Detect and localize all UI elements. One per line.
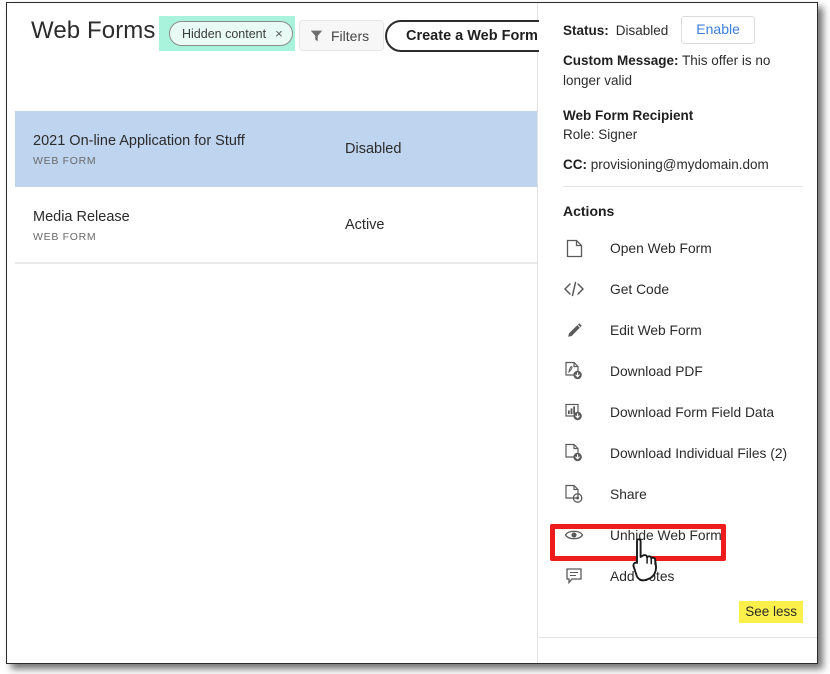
action-label: Get Code xyxy=(610,281,670,297)
row-title: 2021 On-line Application for Stuff xyxy=(33,133,245,149)
see-less-link[interactable]: See less xyxy=(739,600,803,623)
close-icon[interactable]: × xyxy=(275,27,283,40)
create-web-form-label: Create a Web Form xyxy=(406,28,538,44)
app-window: Web Forms Hidden content × Filters Creat… xyxy=(6,2,818,664)
page-title: Web Forms xyxy=(31,17,156,44)
download-form-data-icon xyxy=(563,401,585,423)
custom-message-label: Custom Message: xyxy=(563,53,679,68)
filter-chip-label: Hidden content xyxy=(182,26,267,41)
table-row[interactable]: 2021 On-line Application for Stuff WEB F… xyxy=(15,111,537,187)
cc-value: provisioning@mydomain.dom xyxy=(590,156,769,172)
action-label: Edit Web Form xyxy=(610,322,702,338)
actions-list: Open Web Form Get Code Edit Web Form Dow… xyxy=(563,228,803,597)
note-icon xyxy=(563,565,585,587)
web-forms-list: 2021 On-line Application for Stuff WEB F… xyxy=(15,111,537,264)
code-icon xyxy=(563,278,585,300)
screenshot-frame: Web Forms Hidden content × Filters Creat… xyxy=(0,0,830,674)
document-icon xyxy=(563,237,585,259)
share-icon xyxy=(563,483,585,505)
action-label: Share xyxy=(610,486,647,502)
custom-message-row: Custom Message: This offer is no longer … xyxy=(563,51,803,92)
details-pane: Status: Disabled Enable Custom Message: … xyxy=(539,3,817,663)
row-status: Active xyxy=(345,217,385,233)
action-label: Download Form Field Data xyxy=(610,404,775,420)
status-label: Status: xyxy=(563,22,609,38)
status-row: Status: Disabled Enable xyxy=(563,13,803,47)
pencil-icon xyxy=(563,319,585,341)
web-form-recipient-block: Web Form Recipient Role: Signer xyxy=(563,108,803,142)
filter-chip-hidden-content[interactable]: Hidden content × xyxy=(169,21,293,46)
filters-button-label: Filters xyxy=(331,27,370,44)
action-download-individual-files[interactable]: Download Individual Files (2) xyxy=(563,433,803,474)
download-pdf-icon xyxy=(563,360,585,382)
action-unhide-web-form[interactable]: Unhide Web Form xyxy=(563,515,803,556)
counter-signers-section: 2 Counter Signers xyxy=(539,638,817,664)
action-get-code[interactable]: Get Code xyxy=(563,269,803,310)
enable-button[interactable]: Enable xyxy=(681,16,755,44)
eye-icon xyxy=(563,524,585,546)
action-label: Download Individual Files (2) xyxy=(610,445,788,461)
cc-label: CC: xyxy=(563,156,587,172)
recipient-title: Web Form Recipient xyxy=(563,107,694,123)
funnel-icon xyxy=(310,29,323,42)
divider xyxy=(563,185,803,187)
action-add-notes[interactable]: Add Notes xyxy=(563,556,803,597)
action-share[interactable]: Share xyxy=(563,474,803,515)
action-download-pdf[interactable]: Download PDF xyxy=(563,351,803,392)
list-empty-area xyxy=(15,263,537,264)
list-column-headers: TITLE STATUS xyxy=(7,69,537,159)
download-files-icon xyxy=(563,442,585,464)
row-title: Media Release xyxy=(33,209,130,225)
see-less-row: See less xyxy=(563,597,803,631)
action-label: Open Web Form xyxy=(610,240,712,256)
toolbar: Web Forms Hidden content × Filters Creat… xyxy=(7,3,559,69)
row-subtitle: WEB FORM xyxy=(33,155,97,167)
web-forms-list-pane: Web Forms Hidden content × Filters Creat… xyxy=(7,3,559,663)
table-row[interactable]: Media Release WEB FORM Active xyxy=(15,187,537,263)
action-edit-web-form[interactable]: Edit Web Form xyxy=(563,310,803,351)
action-label: Add Notes xyxy=(610,568,675,584)
actions-heading: Actions xyxy=(563,202,615,219)
action-label: Download PDF xyxy=(610,363,703,379)
status-value: Disabled xyxy=(615,22,669,38)
recipient-role: Role: Signer xyxy=(563,126,638,142)
action-label: Unhide Web Form xyxy=(610,527,722,543)
action-download-form-field-data[interactable]: Download Form Field Data xyxy=(563,392,803,433)
row-subtitle: WEB FORM xyxy=(33,231,97,243)
create-web-form-button[interactable]: Create a Web Form xyxy=(385,20,559,52)
filters-button[interactable]: Filters xyxy=(299,20,385,51)
cc-row: CC: provisioning@mydomain.dom xyxy=(563,157,803,172)
action-open-web-form[interactable]: Open Web Form xyxy=(563,228,803,269)
row-status: Disabled xyxy=(345,141,402,157)
